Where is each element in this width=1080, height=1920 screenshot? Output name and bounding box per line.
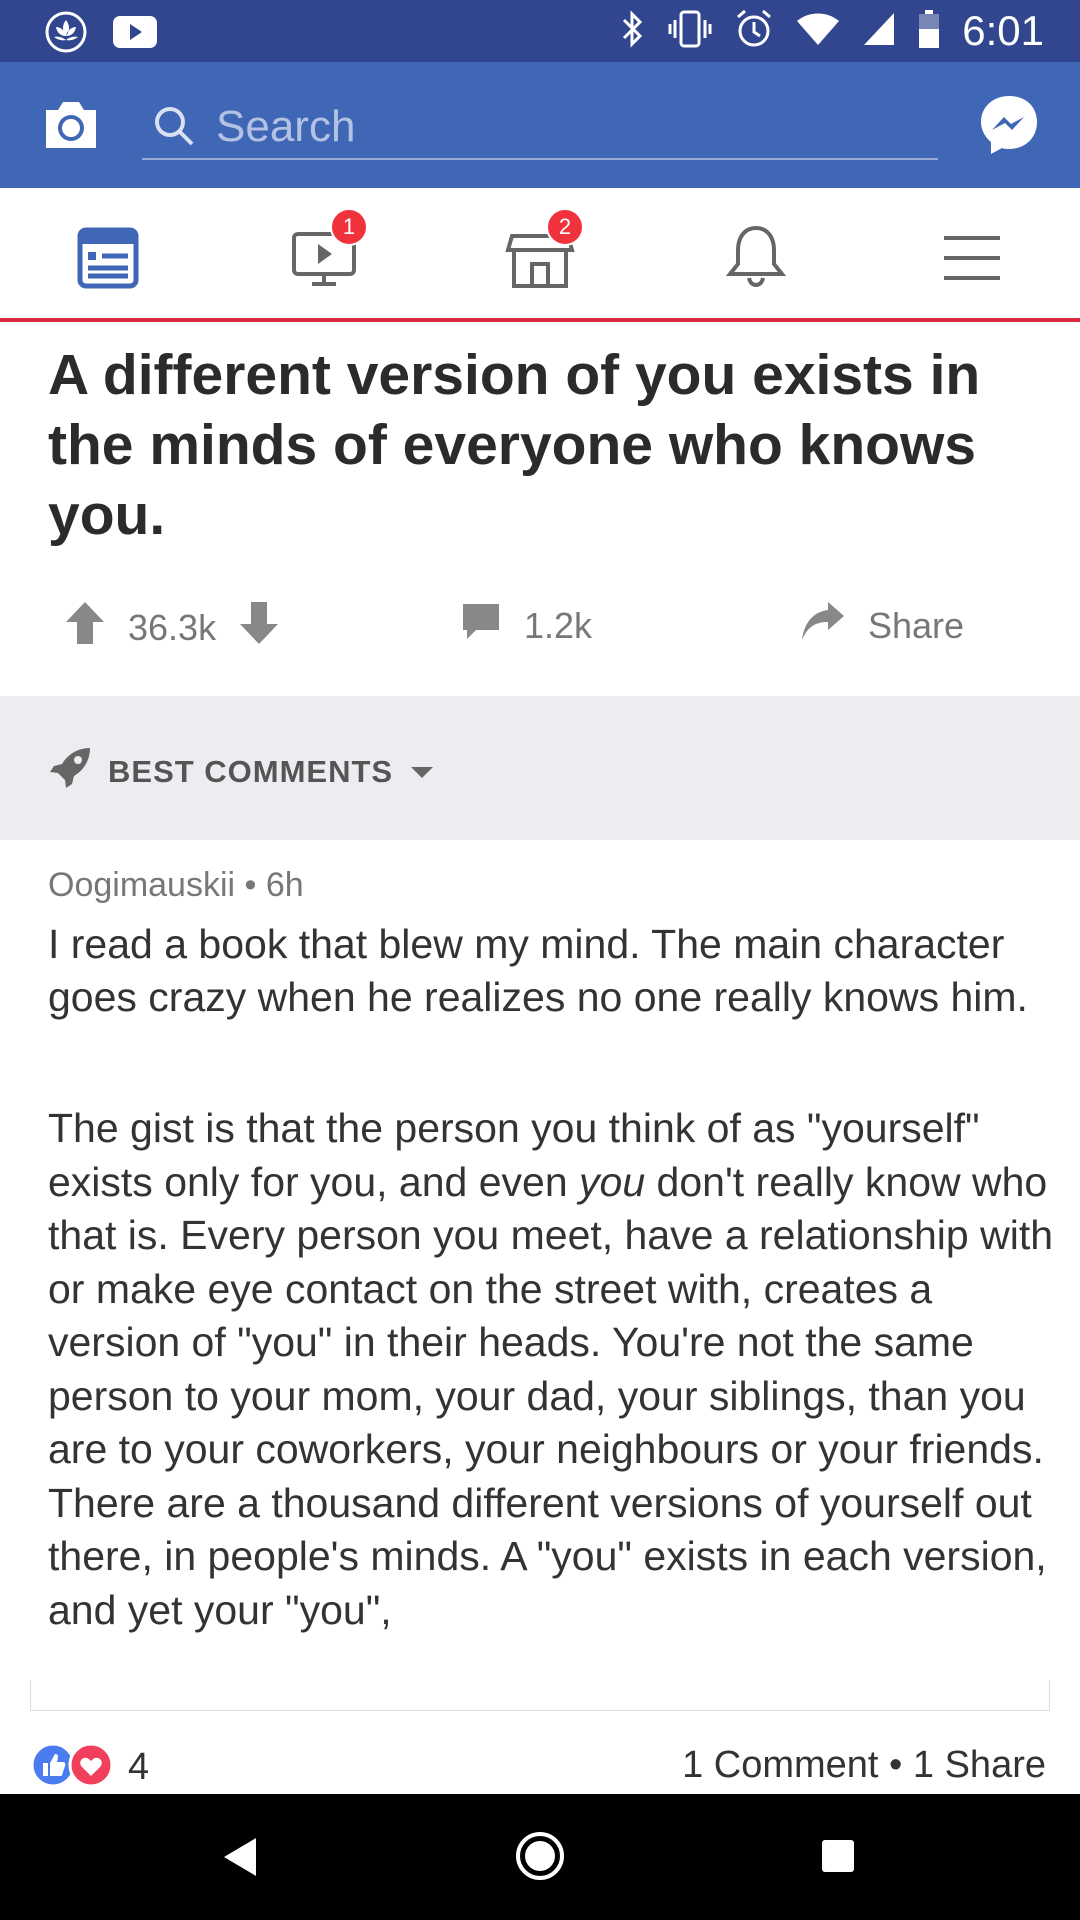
comment-paragraph-1: I read a book that blew my mind. The mai… bbox=[48, 921, 1028, 1020]
nav-tabs: 1 2 bbox=[0, 188, 1080, 322]
watch-badge: 1 bbox=[330, 208, 368, 246]
recents-icon[interactable] bbox=[820, 1838, 856, 1879]
vibrate-icon bbox=[668, 8, 712, 55]
share-arrow-icon bbox=[800, 600, 846, 651]
comment-meta: Oogimauskii • 6h bbox=[48, 866, 304, 905]
comment-paragraph-2: The gist is that the person you think of… bbox=[48, 1102, 1058, 1637]
post-title: A different version of you exists in the… bbox=[48, 343, 981, 547]
reaction-count: 4 bbox=[128, 1746, 150, 1788]
lotus-icon bbox=[44, 10, 88, 59]
youtube-icon bbox=[112, 15, 158, 54]
tab-marketplace[interactable]: 2 bbox=[500, 208, 584, 298]
tab-watch[interactable]: 1 bbox=[284, 208, 368, 298]
tab-menu[interactable] bbox=[932, 218, 1012, 298]
bluetooth-icon bbox=[620, 8, 646, 55]
news-feed-icon bbox=[77, 227, 139, 289]
status-bar: 6:01 bbox=[0, 0, 1080, 62]
downvote-icon[interactable] bbox=[238, 600, 280, 655]
comment-share-stats[interactable]: 1 Comment • 1 Share bbox=[682, 1744, 1046, 1787]
rocket-icon bbox=[48, 746, 92, 798]
comment-author[interactable]: Oogimauskii bbox=[48, 866, 235, 904]
share-button[interactable]: Share bbox=[800, 600, 964, 651]
alarm-icon bbox=[734, 8, 774, 55]
search-icon bbox=[152, 104, 196, 153]
upvote-count: 36.3k bbox=[128, 606, 217, 648]
battery-icon bbox=[918, 9, 940, 54]
post-actions: 36.3k 1.2k Share bbox=[0, 590, 1080, 660]
clock: 6:01 bbox=[962, 7, 1044, 54]
signal-icon bbox=[862, 11, 896, 52]
upvote-icon[interactable] bbox=[64, 600, 106, 655]
bell-icon bbox=[725, 225, 787, 288]
comments-sort-bar: BEST COMMENTS bbox=[0, 696, 1080, 840]
menu-icon bbox=[944, 236, 1000, 280]
meta-separator: • bbox=[244, 866, 257, 904]
search-input[interactable]: Search bbox=[216, 102, 355, 152]
camera-icon[interactable] bbox=[38, 92, 104, 158]
home-icon[interactable] bbox=[514, 1830, 566, 1887]
tab-news-feed[interactable] bbox=[68, 218, 148, 298]
system-nav-bar bbox=[0, 1794, 1080, 1920]
comments-button[interactable]: 1.2k bbox=[460, 600, 592, 651]
content-card-edge bbox=[30, 1680, 1050, 1711]
messenger-icon[interactable] bbox=[976, 92, 1042, 158]
search-bar[interactable]: Search bbox=[142, 92, 938, 160]
app-header: Search bbox=[0, 62, 1080, 188]
wifi-icon bbox=[796, 11, 840, 52]
vote-group: 36.3k bbox=[64, 600, 280, 655]
sort-label: BEST COMMENTS bbox=[108, 754, 394, 789]
comment-icon bbox=[460, 600, 502, 651]
marketplace-badge: 2 bbox=[546, 208, 584, 246]
tab-notifications[interactable] bbox=[716, 218, 796, 298]
back-icon[interactable] bbox=[222, 1836, 258, 1883]
paragraph-2-after: don't really know who that is. Every per… bbox=[48, 1158, 1054, 1633]
reactions-summary[interactable]: 4 bbox=[30, 1742, 149, 1793]
chevron-down-icon bbox=[409, 754, 435, 790]
comment-time: 6h bbox=[265, 866, 304, 904]
paragraph-2-emphasis: you bbox=[579, 1158, 646, 1205]
comment-count: 1.2k bbox=[524, 604, 593, 646]
share-label: Share bbox=[868, 604, 965, 646]
love-icon bbox=[68, 1742, 114, 1793]
sort-dropdown[interactable]: BEST COMMENTS bbox=[48, 746, 435, 798]
